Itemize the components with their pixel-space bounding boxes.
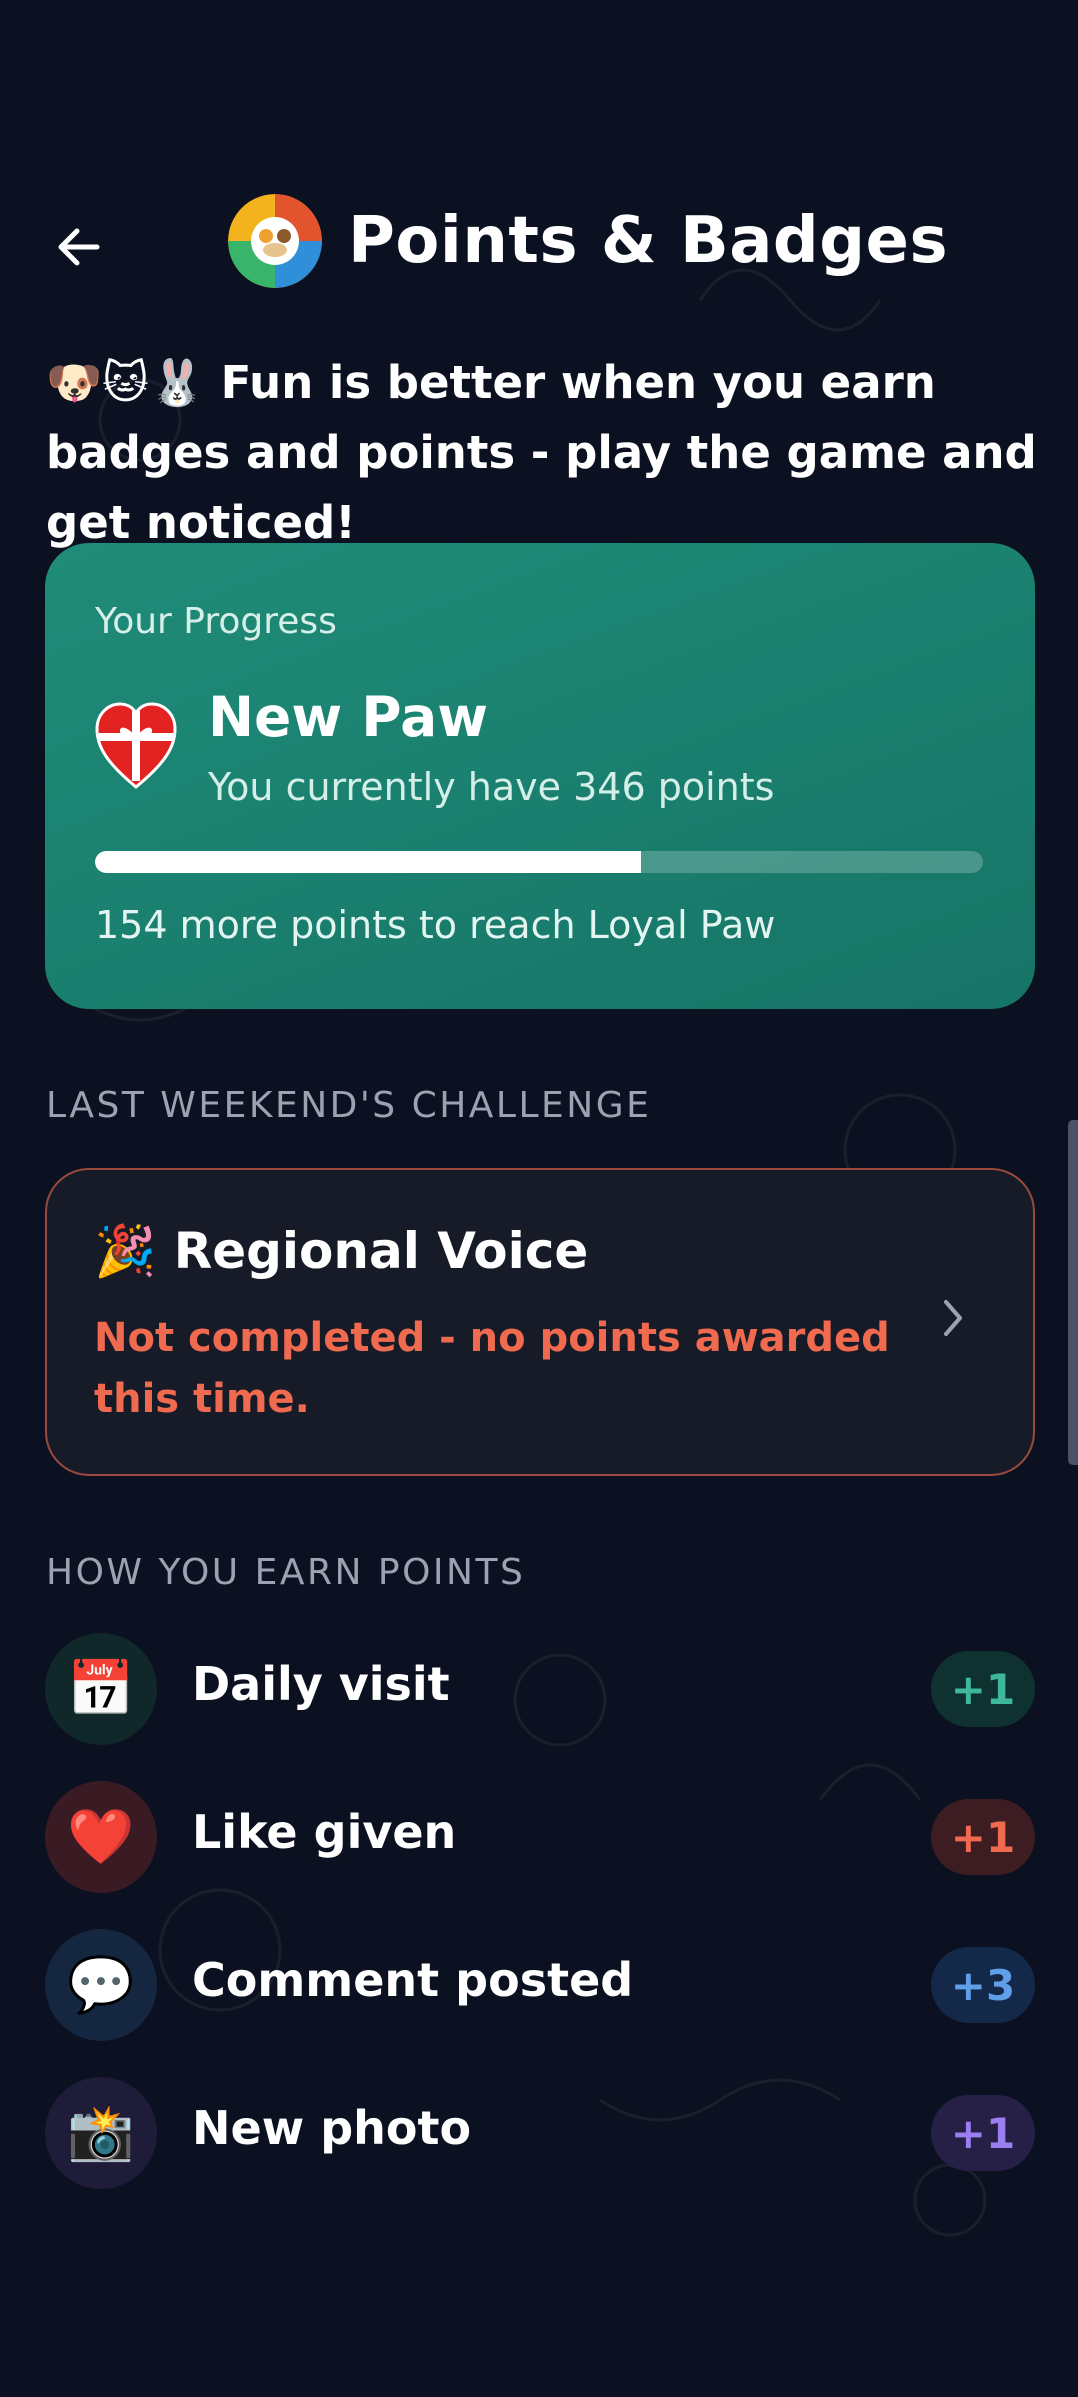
challenge-name: Regional Voice: [173, 1222, 589, 1280]
progress-card: Your Progress New Paw You currently have…: [45, 543, 1035, 1009]
challenge-section-heading: LAST WEEKEND'S CHALLENGE: [46, 1085, 652, 1126]
list-item-new-photo: 📸 New photo +1: [45, 2077, 1035, 2189]
earn-label: New photo: [192, 2101, 472, 2155]
party-popper-icon: 🎉: [94, 1222, 157, 1280]
next-level-text: 154 more points to reach Loyal Paw: [95, 903, 776, 947]
title-group: Points & Badges: [228, 194, 948, 288]
animal-emojis: 🐶🐱🐰: [46, 356, 205, 409]
earn-section-heading: HOW YOU EARN POINTS: [46, 1552, 526, 1593]
challenge-card[interactable]: 🎉 Regional Voice Not completed - no poin…: [45, 1168, 1035, 1476]
camera-flash-icon: 📸: [45, 2077, 157, 2189]
pets-circle-logo: [228, 194, 322, 288]
list-item-daily-visit: 📅 Daily visit +1: [45, 1633, 1035, 1745]
arrow-left-icon: [58, 228, 100, 266]
earn-label: Like given: [192, 1805, 457, 1859]
list-item-comment-posted: 💬 Comment posted +3: [45, 1929, 1035, 2041]
challenge-title: 🎉 Regional Voice: [94, 1222, 588, 1281]
speech-bubble-icon: 💬: [45, 1929, 157, 2041]
back-button[interactable]: [40, 208, 118, 286]
page-title: Points & Badges: [348, 204, 949, 278]
challenge-status: Not completed - no points awarded this t…: [94, 1315, 890, 1422]
earn-label: Daily visit: [192, 1657, 450, 1711]
intro-text: 🐶🐱🐰 Fun is better when you earn badges a…: [46, 348, 1046, 558]
heart-icon: ❤️: [45, 1781, 157, 1893]
points-badge: +1: [931, 1799, 1035, 1875]
list-item-like-given: ❤️ Like given +1: [45, 1781, 1035, 1893]
points-badge: +3: [931, 1947, 1035, 2023]
points-badge: +1: [931, 1651, 1035, 1727]
progress-bar: [95, 851, 983, 873]
earn-label: Comment posted: [192, 1953, 634, 2007]
calendar-icon: 📅: [45, 1633, 157, 1745]
points-badge: +1: [931, 2095, 1035, 2171]
scrollbar[interactable]: [1068, 1120, 1078, 1465]
current-points-text: You currently have 346 points: [208, 765, 775, 809]
level-name: New Paw: [208, 685, 489, 749]
heart-gift-icon: [95, 702, 177, 789]
progress-bar-fill: [95, 851, 642, 873]
progress-label: Your Progress: [95, 601, 337, 642]
app-header: Points & Badges: [0, 180, 1078, 310]
chevron-right-icon: [933, 1288, 973, 1348]
